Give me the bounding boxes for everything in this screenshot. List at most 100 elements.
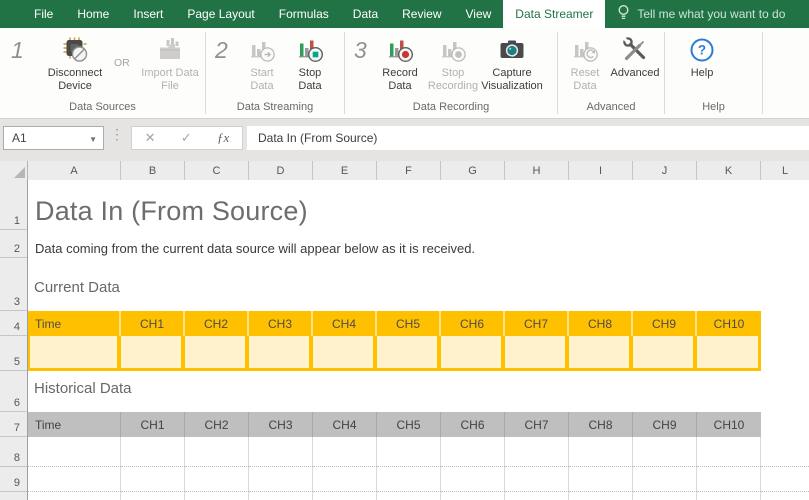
historical-header-ch4[interactable]: CH4: [313, 412, 377, 437]
column-header-d[interactable]: D: [249, 161, 313, 180]
grid-cell[interactable]: [377, 492, 441, 500]
current-header-ch9[interactable]: CH9: [633, 311, 697, 336]
current-header-ch2[interactable]: CH2: [185, 311, 249, 336]
grid-cell[interactable]: [441, 437, 505, 467]
current-cell[interactable]: [697, 336, 761, 368]
current-header-ch8[interactable]: CH8: [569, 311, 633, 336]
column-header-f[interactable]: F: [377, 161, 441, 180]
current-header-ch6[interactable]: CH6: [441, 311, 505, 336]
help-button[interactable]: ? Help: [682, 34, 722, 80]
stop-data-button[interactable]: Stop Data: [288, 34, 332, 93]
tab-formulas[interactable]: Formulas: [267, 0, 341, 28]
grid-cell[interactable]: [377, 437, 441, 467]
grid-cell[interactable]: [761, 492, 809, 500]
grid-cell[interactable]: [633, 437, 697, 467]
current-cell[interactable]: [121, 336, 185, 368]
current-header-time[interactable]: Time: [28, 311, 121, 336]
row-header-7[interactable]: 7: [0, 412, 27, 437]
column-header-c[interactable]: C: [185, 161, 249, 180]
tell-me-box[interactable]: Tell me what you want to do: [617, 0, 785, 28]
row-header-1[interactable]: 1: [0, 180, 27, 230]
row-header-9[interactable]: 9: [0, 467, 27, 492]
grid-cell[interactable]: [185, 492, 249, 500]
historical-header-ch3[interactable]: CH3: [249, 412, 313, 437]
grid-cell[interactable]: [697, 437, 761, 467]
grid-cell[interactable]: [121, 437, 185, 467]
grid-cell[interactable]: [249, 492, 313, 500]
formula-bar-drag-handle-icon[interactable]: ⋮: [110, 129, 124, 139]
historical-header-ch9[interactable]: CH9: [633, 412, 697, 437]
tab-data-streamer[interactable]: Data Streamer: [503, 0, 605, 28]
grid-cell[interactable]: [761, 467, 809, 492]
current-cell[interactable]: [28, 336, 121, 368]
grid-cell[interactable]: [185, 437, 249, 467]
row-header-8[interactable]: 8: [0, 437, 27, 467]
column-header-k[interactable]: K: [697, 161, 761, 180]
grid-cell[interactable]: [441, 467, 505, 492]
grid-cell[interactable]: [28, 492, 121, 500]
historical-header-ch10[interactable]: CH10: [697, 412, 761, 437]
column-header-a[interactable]: A: [28, 161, 121, 180]
historical-header-ch6[interactable]: CH6: [441, 412, 505, 437]
grid-cell[interactable]: [121, 467, 185, 492]
tab-review[interactable]: Review: [390, 0, 453, 28]
row-header-4[interactable]: 4: [0, 311, 27, 336]
column-header-i[interactable]: I: [569, 161, 633, 180]
grid-cell[interactable]: [569, 437, 633, 467]
record-data-button[interactable]: Record Data: [374, 34, 426, 93]
tab-page-layout[interactable]: Page Layout: [175, 0, 266, 28]
formula-input[interactable]: Data In (From Source): [247, 126, 809, 150]
grid-cell[interactable]: [569, 467, 633, 492]
current-header-ch1[interactable]: CH1: [121, 311, 185, 336]
grid-cell[interactable]: [441, 492, 505, 500]
current-cell[interactable]: [249, 336, 313, 368]
column-header-j[interactable]: J: [633, 161, 697, 180]
historical-header-ch8[interactable]: CH8: [569, 412, 633, 437]
advanced-button[interactable]: Advanced: [607, 34, 663, 80]
grid-cell[interactable]: [249, 437, 313, 467]
historical-header-ch1[interactable]: CH1: [121, 412, 185, 437]
grid-cell[interactable]: [633, 467, 697, 492]
current-header-ch3[interactable]: CH3: [249, 311, 313, 336]
grid-cell[interactable]: [761, 437, 809, 467]
historical-header-ch7[interactable]: CH7: [505, 412, 569, 437]
grid-cell[interactable]: [697, 467, 761, 492]
disconnect-device-button[interactable]: Disconnect Device: [35, 34, 115, 93]
name-box[interactable]: A1 ▼: [3, 126, 104, 150]
grid-cell[interactable]: [505, 437, 569, 467]
current-cell[interactable]: [505, 336, 569, 368]
row-header-6[interactable]: 6: [0, 371, 27, 412]
row-header-5[interactable]: 5: [0, 336, 27, 371]
column-header-h[interactable]: H: [505, 161, 569, 180]
current-cell[interactable]: [185, 336, 249, 368]
name-box-dropdown-icon[interactable]: ▼: [89, 135, 97, 144]
historical-header-ch2[interactable]: CH2: [185, 412, 249, 437]
grid-cell[interactable]: [569, 492, 633, 500]
grid-cell[interactable]: [633, 492, 697, 500]
historical-header-ch5[interactable]: CH5: [377, 412, 441, 437]
current-header-ch4[interactable]: CH4: [313, 311, 377, 336]
current-cell[interactable]: [313, 336, 377, 368]
current-cell[interactable]: [569, 336, 633, 368]
grid-cell[interactable]: [313, 467, 377, 492]
current-cell[interactable]: [441, 336, 505, 368]
current-header-ch10[interactable]: CH10: [697, 311, 761, 336]
column-header-e[interactable]: E: [313, 161, 377, 180]
current-header-ch5[interactable]: CH5: [377, 311, 441, 336]
select-all-button[interactable]: [0, 161, 28, 180]
grid-cell[interactable]: [505, 492, 569, 500]
grid-cell[interactable]: [377, 467, 441, 492]
capture-visualization-button[interactable]: Capture Visualization: [470, 34, 554, 93]
column-header-b[interactable]: B: [121, 161, 185, 180]
grid-cell[interactable]: [28, 437, 121, 467]
grid-cell[interactable]: [249, 467, 313, 492]
row-header-3[interactable]: 3: [0, 258, 27, 311]
tab-insert[interactable]: Insert: [121, 0, 175, 28]
row-header-2[interactable]: 2: [0, 230, 27, 258]
tab-file[interactable]: File: [22, 0, 65, 28]
grid-cell[interactable]: [697, 492, 761, 500]
historical-header-time[interactable]: Time: [28, 412, 121, 437]
tab-home[interactable]: Home: [65, 0, 121, 28]
current-cell[interactable]: [377, 336, 441, 368]
current-header-ch7[interactable]: CH7: [505, 311, 569, 336]
